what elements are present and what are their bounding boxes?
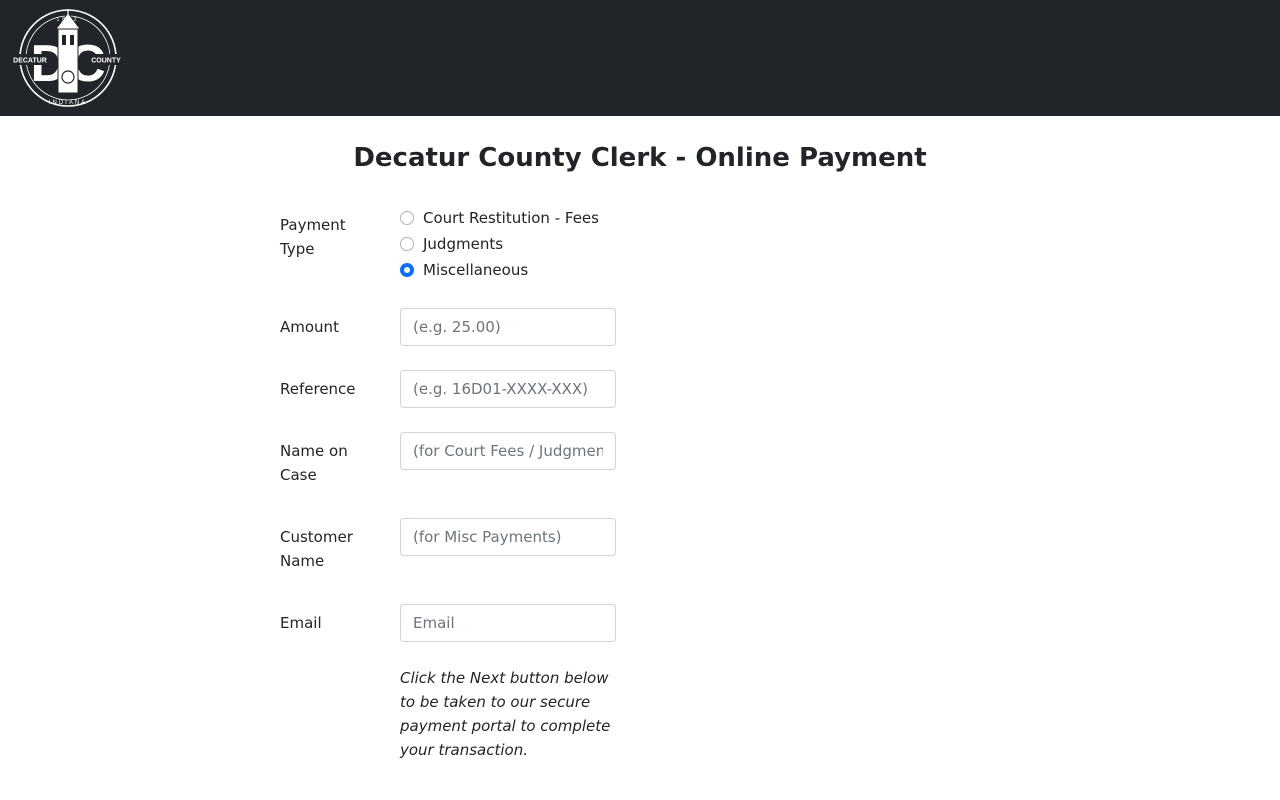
reference-input[interactable] bbox=[400, 370, 616, 408]
amount-label: Amount bbox=[280, 318, 339, 336]
name-on-case-label: Name on Case bbox=[280, 442, 348, 484]
logo-right-text: COUNTY bbox=[91, 58, 121, 65]
logo-left-text: DECATUR bbox=[13, 58, 47, 65]
radio-button[interactable] bbox=[400, 237, 414, 251]
customer-name-label: Customer Name bbox=[280, 528, 353, 570]
radio-button-checked[interactable] bbox=[400, 263, 414, 277]
radio-button[interactable] bbox=[400, 211, 414, 225]
decatur-county-logo[interactable]: DC DECATUR COUNTY INDIANA 1822 bbox=[10, 7, 126, 109]
radio-label[interactable]: Miscellaneous bbox=[423, 261, 528, 279]
page-title: Decatur County Clerk - Online Payment bbox=[353, 143, 927, 173]
payment-type-label: Payment Type bbox=[280, 216, 346, 258]
radio-judgments[interactable]: Judgments bbox=[400, 232, 503, 256]
name-on-case-input[interactable] bbox=[400, 432, 616, 470]
customer-name-input[interactable] bbox=[400, 518, 616, 556]
radio-court-restitution-fees[interactable]: Court Restitution - Fees bbox=[400, 206, 599, 230]
logo-bottom-text: INDIANA bbox=[49, 100, 87, 106]
amount-input[interactable] bbox=[400, 308, 616, 346]
radio-miscellaneous[interactable]: Miscellaneous bbox=[400, 258, 528, 282]
reference-label: Reference bbox=[280, 380, 356, 398]
navbar: DC DECATUR COUNTY INDIANA 1822 bbox=[0, 0, 1280, 116]
email-label: Email bbox=[280, 614, 322, 632]
next-instructions-note: Click the Next button below to be taken … bbox=[400, 669, 611, 759]
radio-label[interactable]: Court Restitution - Fees bbox=[423, 209, 599, 227]
logo-year: 1822 bbox=[56, 17, 79, 23]
email-input[interactable] bbox=[400, 604, 616, 642]
radio-label[interactable]: Judgments bbox=[423, 235, 503, 253]
